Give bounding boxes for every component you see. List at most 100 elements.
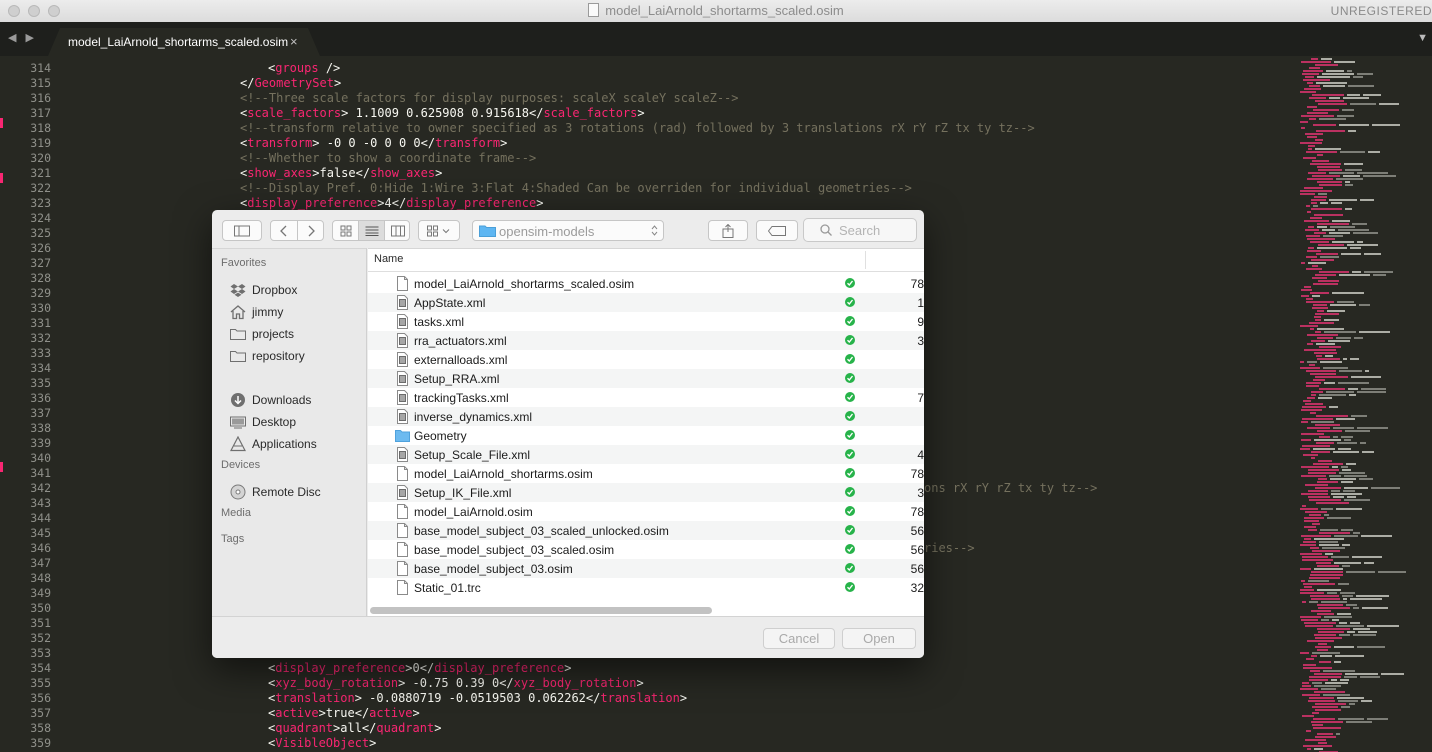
column-divider[interactable]: [865, 251, 866, 269]
minimap-line: [1319, 436, 1330, 438]
minimap-line: [1361, 388, 1386, 390]
file-row[interactable]: base_model_subject_03.osim 56: [368, 559, 924, 578]
open-button[interactable]: Open: [842, 628, 916, 649]
file-row[interactable]: trackingTasks.xml 7: [368, 388, 924, 407]
xml-comment: <!--transform relative to owner specifie…: [240, 121, 1035, 135]
sidebar-item-downloads[interactable]: Downloads: [230, 391, 364, 409]
minimap-line: [1312, 724, 1323, 726]
minimap-line: [1329, 475, 1341, 477]
sidebar-item-jimmy[interactable]: jimmy: [230, 303, 364, 321]
synced-check-icon: [845, 297, 855, 307]
file-row[interactable]: model_LaiArnold.osim 78: [368, 502, 924, 521]
file-row[interactable]: Setup_RRA.xml: [368, 369, 924, 388]
minimap-line: [1343, 358, 1347, 360]
minimap-line: [1323, 670, 1355, 672]
back-button[interactable]: [271, 221, 298, 240]
tab-navigation-arrows-icon[interactable]: ◀ ▶: [8, 31, 37, 44]
column-view-button[interactable]: [385, 221, 410, 240]
file-row[interactable]: base_model_subject_03_scaled.osim 56: [368, 540, 924, 559]
location-popup[interactable]: opensim-models: [472, 220, 664, 241]
synced-check-icon: [845, 449, 855, 459]
minimap-line: [1379, 103, 1399, 105]
tag-button[interactable]: [756, 220, 798, 241]
minimap-line: [1334, 61, 1355, 63]
minimap-line: [1322, 73, 1354, 75]
sidebar-item-repository[interactable]: repository: [230, 347, 364, 365]
file-row[interactable]: Static_01.trc 32: [368, 578, 924, 597]
minimap-line: [1341, 253, 1361, 255]
xml-file-icon: [397, 409, 408, 424]
sidebar-item-desktop[interactable]: Desktop: [230, 413, 364, 431]
xml-tag-name: quadrant: [275, 721, 334, 735]
minimap-line: [1346, 571, 1375, 573]
column-header-name[interactable]: Name: [368, 249, 924, 272]
xml-tag-name: groups: [275, 61, 319, 75]
minimap-line: [1332, 466, 1338, 468]
list-view-button[interactable]: [359, 221, 385, 240]
minimap-line: [1329, 172, 1354, 174]
file-list[interactable]: Name model_LaiArnold_shortarms_scaled.os…: [368, 248, 924, 616]
file-size: 56: [910, 562, 924, 576]
tab-close-icon[interactable]: ×: [290, 34, 298, 49]
minimap-line: [1316, 130, 1345, 132]
file-row[interactable]: Setup_Scale_File.xml 4: [368, 445, 924, 464]
tab-menu-icon[interactable]: ▼: [1417, 32, 1428, 44]
minimap-line: [1302, 73, 1319, 75]
minimap-line: [1303, 667, 1332, 669]
file-row[interactable]: AppState.xml 1: [368, 293, 924, 312]
file-row[interactable]: tasks.xml 9: [368, 312, 924, 331]
file-row[interactable]: rra_actuators.xml 3: [368, 331, 924, 350]
minimap-line: [1357, 646, 1385, 648]
synced-check-icon: [845, 544, 855, 554]
minimap-line: [1311, 571, 1343, 573]
file-row[interactable]: Setup_IK_File.xml 3: [368, 483, 924, 502]
code-line: <scale_factors> 1.1009 0.625908 0.915618…: [240, 106, 645, 121]
share-button[interactable]: [708, 220, 748, 241]
file-row[interactable]: inverse_dynamics.xml: [368, 407, 924, 426]
search-field[interactable]: Search: [803, 218, 917, 242]
file-name: Static_01.trc: [414, 581, 481, 595]
sidebar-item-dropbox[interactable]: Dropbox: [230, 281, 364, 299]
horizontal-scrollbar[interactable]: [370, 607, 712, 614]
file-row[interactable]: base_model_subject_03_scaled_unlocked.os…: [368, 521, 924, 540]
back-forward-control[interactable]: [270, 220, 324, 241]
minimap-line: [1307, 238, 1335, 240]
minimap-line: [1310, 574, 1343, 576]
view-mode-control[interactable]: [332, 220, 410, 241]
xml-tag-name: display_preference: [275, 661, 406, 675]
xml-file-icon: [397, 333, 408, 348]
xml-comment: <!--Display Pref. 0:Hide 1:Wire 3:Flat 4…: [240, 181, 912, 195]
minimap-line: [1317, 337, 1333, 339]
minimap-line: [1311, 451, 1330, 453]
minimap-line: [1334, 661, 1341, 663]
minimap-line: [1354, 337, 1363, 339]
minimap-line: [1312, 523, 1320, 525]
minimap-line: [1302, 556, 1328, 558]
minimap-line: [1317, 76, 1350, 78]
devices-header: Devices: [221, 459, 261, 471]
cancel-button[interactable]: Cancel: [763, 628, 835, 649]
minimap-line: [1323, 85, 1345, 87]
minimap-line: [1307, 250, 1321, 252]
arrange-button[interactable]: [418, 220, 460, 241]
minimap[interactable]: [1290, 56, 1432, 752]
minimap-line: [1314, 232, 1326, 234]
icon-view-button[interactable]: [333, 221, 359, 240]
minimap-line: [1318, 244, 1344, 246]
code-text: >: [637, 106, 645, 120]
sidebar-item-applications[interactable]: Applications: [230, 435, 364, 453]
sidebar-item-projects[interactable]: projects: [230, 325, 364, 343]
forward-button[interactable]: [298, 221, 324, 240]
file-row[interactable]: Geometry: [368, 426, 924, 445]
tab-model-file[interactable]: model_LaiArnold_shortarms_scaled.osim ×: [48, 28, 320, 56]
sidebar-item-remote-disc[interactable]: Remote Disc: [230, 483, 364, 501]
sidebar-toggle-button[interactable]: [222, 220, 262, 241]
minimap-line: [1347, 631, 1355, 633]
minimap-line: [1318, 742, 1327, 744]
file-row[interactable]: model_LaiArnold_shortarms.osim 78: [368, 464, 924, 483]
file-row[interactable]: externalloads.xml: [368, 350, 924, 369]
minimap-line: [1319, 544, 1339, 546]
minimap-line: [1301, 127, 1305, 129]
minimap-line: [1311, 208, 1342, 210]
file-row[interactable]: model_LaiArnold_shortarms_scaled.osim 78: [368, 274, 924, 293]
